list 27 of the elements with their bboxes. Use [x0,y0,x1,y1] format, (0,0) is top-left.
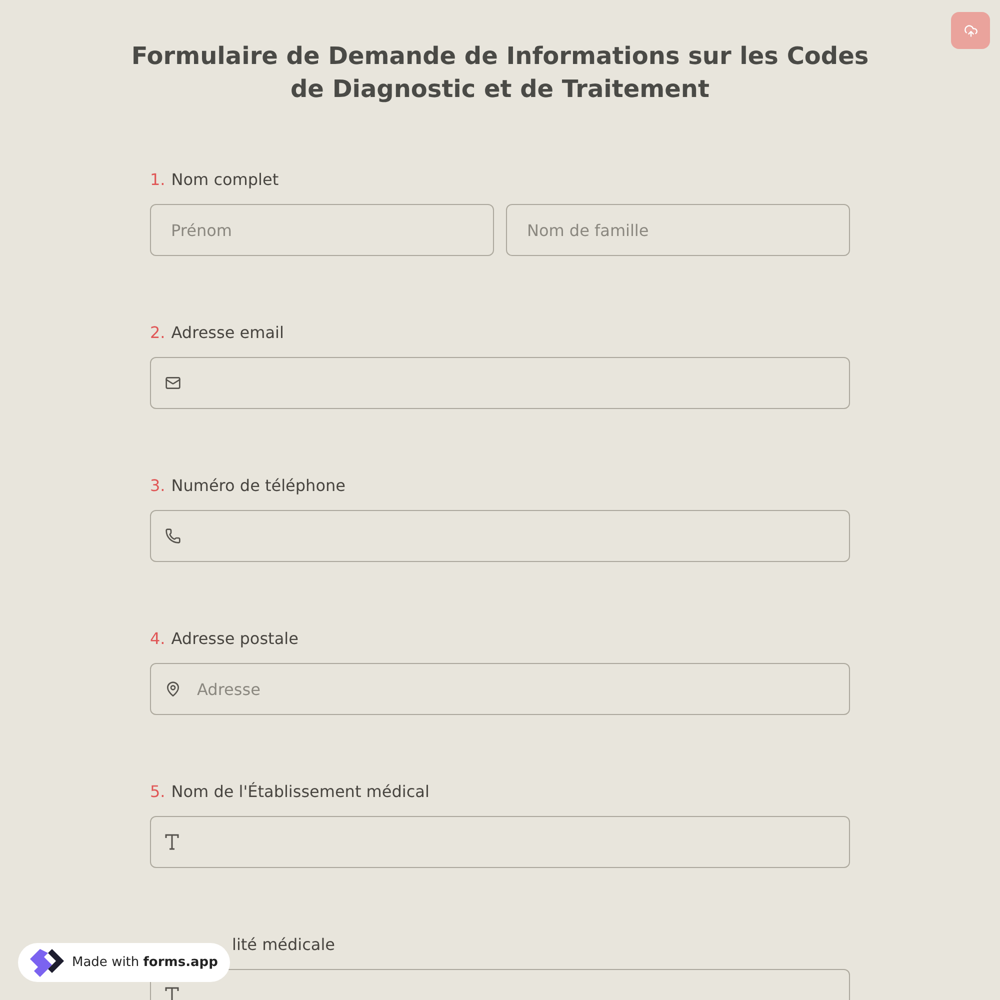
input-field[interactable] [150,357,850,409]
cloud-upload-icon [964,24,978,38]
envelope-icon [165,375,181,391]
question-label: Nom complet [171,170,279,188]
map-pin-icon [165,681,181,697]
question-label: Adresse postale [171,628,298,648]
upload-button[interactable] [951,12,990,49]
phone-icon [165,528,181,544]
text-type-icon [165,834,179,850]
question-number: 2. [150,322,166,342]
input-field[interactable]: Prénom [150,204,494,256]
made-with-badge[interactable]: Made with forms.app [18,943,230,982]
input-field[interactable]: Adresse [150,663,850,715]
input-field[interactable]: Nom de famille [506,204,850,256]
text-type-icon [165,987,179,1000]
question-number: 5. [150,782,166,800]
question-label: Numéro de téléphone [171,476,346,494]
badge-text: Made with forms.app [72,955,218,970]
question-label: Nom de l'Établissement médical [171,782,430,800]
form-title: Formulaire de Demande de Informations sur les Codes de Diagnostic et de Traitement [130,41,870,105]
question-number: 1. [150,170,166,188]
question-number: 4. [150,628,166,648]
question-label: lité médicale [232,934,336,954]
question-number: 3. [150,476,166,494]
input-field[interactable] [150,816,850,868]
input-field[interactable] [150,510,850,562]
question-label: Adresse email [171,322,284,342]
